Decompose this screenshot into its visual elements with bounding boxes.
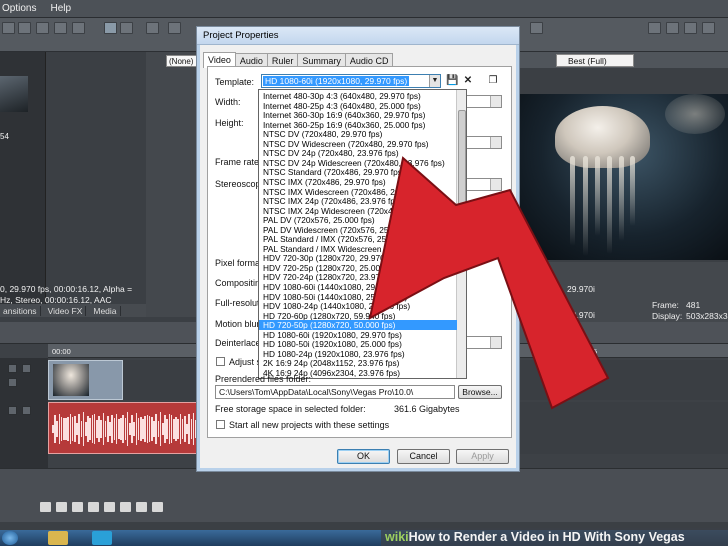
toolbar-button[interactable] bbox=[18, 22, 31, 34]
display-label: Display: bbox=[652, 311, 683, 321]
ok-button[interactable]: OK bbox=[337, 449, 390, 464]
media-thumbnail[interactable] bbox=[0, 76, 28, 112]
audio-clip[interactable] bbox=[48, 402, 206, 454]
jellyfish-tentacle bbox=[595, 156, 600, 236]
toolbar-button[interactable] bbox=[168, 22, 181, 34]
tab-media-generators[interactable]: Media bbox=[90, 305, 121, 316]
start-all-projects-label: Start all new projects with these settin… bbox=[229, 420, 390, 430]
solo-icon[interactable] bbox=[22, 364, 31, 373]
chevron-down-icon bbox=[490, 337, 501, 348]
toolbar-button[interactable] bbox=[120, 22, 133, 34]
adjust-source-checkbox[interactable] bbox=[216, 357, 225, 366]
free-storage-value: 361.6 Gigabytes bbox=[394, 404, 460, 414]
display-fps: 29.970i bbox=[567, 310, 595, 320]
skype-taskbar-icon[interactable] bbox=[92, 531, 112, 545]
template-selected-value: HD 1080-60i (1920x1080, 29.970 fps) bbox=[263, 76, 410, 86]
track-headers bbox=[0, 358, 48, 468]
clip-thumbnail bbox=[53, 364, 89, 396]
chevron-down-icon bbox=[490, 179, 501, 190]
apply-button[interactable]: Apply bbox=[456, 449, 509, 464]
record-button[interactable] bbox=[40, 502, 51, 512]
toolbar-button[interactable] bbox=[72, 22, 85, 34]
wikihow-watermark: wikiHow to Render a Video in HD With Son… bbox=[381, 528, 728, 546]
video-clip[interactable] bbox=[48, 360, 123, 400]
toolbar-button[interactable] bbox=[666, 22, 679, 34]
prerendered-folder-input[interactable]: C:\Users\Tom\AppData\Local\Sony\Vegas Pr… bbox=[215, 385, 455, 399]
menu-help[interactable]: Help bbox=[50, 3, 71, 14]
stop-button[interactable] bbox=[120, 502, 131, 512]
start-all-projects-checkbox[interactable] bbox=[216, 420, 225, 429]
edit-tool-button[interactable] bbox=[104, 22, 117, 34]
menu-bar: Options Help bbox=[0, 0, 728, 18]
height-label: Height: bbox=[215, 118, 244, 128]
loop-button[interactable] bbox=[56, 502, 67, 512]
chevron-down-icon[interactable]: ▼ bbox=[429, 75, 440, 87]
solo-icon[interactable] bbox=[22, 406, 31, 415]
toolbar-button[interactable] bbox=[36, 22, 49, 34]
mute-icon[interactable] bbox=[8, 406, 17, 415]
start-button[interactable] bbox=[2, 531, 18, 545]
pause-button[interactable] bbox=[104, 502, 115, 512]
toolbar-button[interactable] bbox=[146, 22, 159, 34]
preview-effect-combo[interactable]: (None) bbox=[166, 55, 198, 67]
save-template-icon[interactable]: 💾 bbox=[446, 74, 458, 87]
toolbar-button[interactable] bbox=[54, 22, 67, 34]
tab-video-fx[interactable]: Video FX bbox=[45, 305, 87, 316]
ruler-mark: 00:00:15 bbox=[568, 347, 598, 356]
prerendered-folder-label: Prerendered files folder: bbox=[215, 374, 312, 384]
fx-icon[interactable] bbox=[8, 378, 17, 387]
watermark-prefix: wiki bbox=[385, 530, 409, 544]
display-value: 503x283x32 bbox=[686, 311, 728, 321]
chevron-down-icon bbox=[490, 137, 501, 148]
scrollbar-thumb[interactable] bbox=[458, 110, 466, 240]
toolbar-button[interactable] bbox=[684, 22, 697, 34]
toolbar-button[interactable] bbox=[702, 22, 715, 34]
transport-bar bbox=[0, 468, 728, 522]
jellyfish-bell bbox=[665, 94, 725, 134]
jellyfish-tentacle bbox=[583, 156, 588, 256]
chevron-down-icon bbox=[490, 96, 501, 107]
template-label: Template: bbox=[215, 77, 255, 87]
template-dropdown-list[interactable]: Internet 480-30p 4:3 (640x480, 29.970 fp… bbox=[258, 89, 467, 379]
explorer-panel bbox=[146, 52, 198, 317]
menu-options[interactable]: Options bbox=[2, 3, 36, 14]
toolbar-button[interactable] bbox=[648, 22, 661, 34]
play-from-start-button[interactable] bbox=[72, 502, 83, 512]
project-media-panel: 54 bbox=[0, 52, 46, 317]
preview-quality-combo[interactable]: Best (Full) bbox=[556, 54, 634, 67]
dropdown-scrollbar[interactable] bbox=[456, 90, 466, 378]
mute-icon[interactable] bbox=[8, 364, 17, 373]
frame-value: 481 bbox=[686, 300, 701, 310]
dialog-title[interactable]: Project Properties bbox=[197, 27, 519, 45]
delete-template-icon[interactable]: ✕ bbox=[462, 74, 474, 87]
jellyfish-tentacle bbox=[619, 156, 624, 241]
prev-frame-button[interactable] bbox=[136, 502, 147, 512]
frame-rate-label: Frame rate: bbox=[215, 157, 262, 167]
jellyfish-tentacle bbox=[607, 156, 612, 254]
toolbar-button[interactable] bbox=[2, 22, 15, 34]
play-button[interactable] bbox=[88, 502, 99, 512]
free-storage-label: Free storage space in selected folder: bbox=[215, 404, 366, 414]
watermark-title: How to Render a Video in HD With Sony Ve… bbox=[408, 530, 685, 544]
next-frame-button[interactable] bbox=[152, 502, 163, 512]
jellyfish-tentacle bbox=[630, 156, 635, 226]
toolbar-button[interactable] bbox=[530, 22, 543, 34]
browse-button[interactable]: Browse... bbox=[458, 385, 502, 399]
explorer-taskbar-icon[interactable] bbox=[48, 531, 68, 545]
cancel-button[interactable]: Cancel bbox=[397, 449, 450, 464]
match-media-icon[interactable]: ❐ bbox=[487, 74, 499, 87]
template-combo[interactable]: HD 1080-60i (1920x1080, 29.970 fps) ▼ bbox=[261, 74, 441, 88]
motion-blur-label: Motion blur bbox=[215, 319, 260, 329]
width-label: Width: bbox=[215, 97, 241, 107]
preview-fps: 29.970i bbox=[567, 284, 595, 294]
tab-transitions[interactable]: ansitions bbox=[0, 305, 41, 316]
video-preview bbox=[515, 94, 728, 260]
ruler-start: 00:00 bbox=[52, 347, 71, 356]
frame-label: Frame: bbox=[652, 300, 679, 310]
jellyfish-tentacle bbox=[570, 156, 575, 246]
